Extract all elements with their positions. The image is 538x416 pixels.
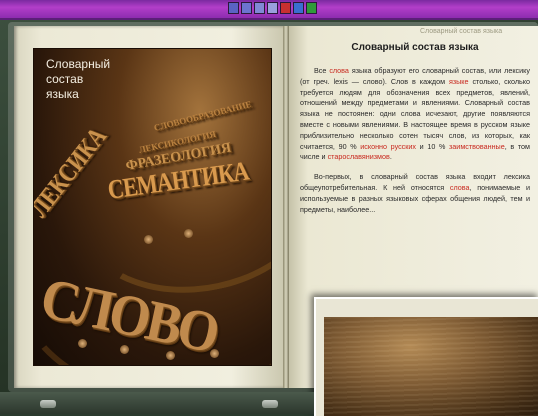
running-head: Словарный состав языка <box>420 28 503 35</box>
cover-illustration: Словарный состав языка СЛОВООБРАЗОВАНИЕ … <box>33 48 272 366</box>
article-paragraph: Во-первых, в словарный состав языка вход… <box>300 172 530 215</box>
bookmark-icon[interactable] <box>228 2 239 14</box>
globe-icon[interactable] <box>306 2 317 14</box>
wheel-decoration <box>144 235 153 244</box>
cover-title: Словарный состав языка <box>46 57 111 101</box>
image-viewer-window[interactable] <box>314 297 538 416</box>
next-page-button[interactable] <box>262 400 278 408</box>
article-title: Словарный состав языка <box>351 42 479 53</box>
term-link[interactable]: языке <box>449 77 469 86</box>
title-bar <box>0 0 538 20</box>
book-spine <box>283 26 289 388</box>
term-link[interactable]: исконно русских <box>360 142 416 151</box>
wheel-decoration <box>120 345 129 354</box>
wheel-decoration <box>78 339 87 348</box>
text-run: Все <box>314 66 330 75</box>
wheel-decoration <box>166 351 175 360</box>
flag-icon[interactable] <box>280 2 291 14</box>
search-icon[interactable] <box>254 2 265 14</box>
nav-icon[interactable] <box>293 2 304 14</box>
article-paragraph: Все слова языка образуют его словарный с… <box>300 66 530 163</box>
text-run: . <box>389 152 392 162</box>
text-run: и 10 % <box>416 141 450 151</box>
contents-icon[interactable] <box>241 2 252 14</box>
term-link[interactable]: заимствованные <box>449 142 505 151</box>
term-link[interactable]: старославянизмов <box>328 152 390 161</box>
prev-page-button[interactable] <box>40 400 56 408</box>
print-icon[interactable] <box>267 2 278 14</box>
term-link[interactable]: слова <box>329 66 349 75</box>
wheel-decoration <box>184 229 193 238</box>
wheel-decoration <box>210 349 219 358</box>
text-run: столько, сколько требуется людям для обо… <box>300 76 530 151</box>
manuscript-photo <box>324 317 538 416</box>
article-body: Все слова языка образуют его словарный с… <box>300 66 530 224</box>
term-link[interactable]: слова <box>450 183 470 192</box>
toolbar <box>228 2 317 14</box>
